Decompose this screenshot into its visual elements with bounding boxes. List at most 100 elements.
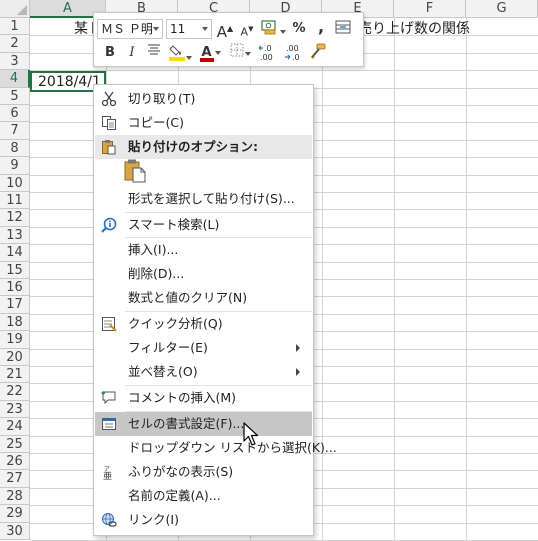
menu-item-delete[interactable]: 削除(D)... xyxy=(95,262,312,286)
svg-text:.00: .00 xyxy=(286,44,299,53)
menu-item-dropdown-pick[interactable]: ドロップダウン リストから選択(K)... xyxy=(95,436,337,460)
menu-item-insert-comment[interactable]: コメントの挿入(M) xyxy=(95,386,312,410)
font-name-value: ＭＳ Ｐ明 xyxy=(101,22,153,36)
align-center-button[interactable] xyxy=(145,43,163,63)
row-header-29[interactable]: 29 xyxy=(0,505,30,523)
menu-item-phonetic[interactable]: ア 亜 ふりがなの表示(S) xyxy=(95,460,312,484)
row-header-15[interactable]: 15 xyxy=(0,261,30,279)
svg-text:.0: .0 xyxy=(292,53,300,61)
increase-decimal-button[interactable]: .0 .00 xyxy=(257,43,279,63)
italic-button[interactable]: I xyxy=(123,43,141,63)
merge-icon xyxy=(335,20,351,34)
menu-item-sort[interactable]: 並べ替え(O) xyxy=(95,360,312,384)
menu-label: コピー(C) xyxy=(128,115,184,130)
context-menu: 切り取り(T) コピー(C) 貼り付けのオプション: 形式を選択して貼り付け(S… xyxy=(93,84,337,536)
menu-item-filter[interactable]: フィルター(E) xyxy=(95,336,312,360)
font-color-icon: A xyxy=(199,45,214,62)
row-header-30[interactable]: 30 xyxy=(0,522,30,540)
row-header-8[interactable]: 8 xyxy=(0,139,30,158)
paste-options-header: 貼り付けのオプション: xyxy=(95,135,312,159)
row-header-26[interactable]: 26 xyxy=(0,453,30,471)
row-header-4[interactable]: 4 xyxy=(0,70,30,88)
format-painter-button[interactable] xyxy=(309,43,327,63)
menu-label: 形式を選択して貼り付け(S)... xyxy=(128,191,295,206)
column-header-f[interactable]: F xyxy=(394,0,466,18)
chevron-down-icon xyxy=(202,27,208,31)
row-header-9[interactable]: 9 xyxy=(0,157,30,175)
svg-text:.0: .0 xyxy=(264,44,272,53)
row-header-7[interactable]: 7 xyxy=(0,122,30,140)
mouse-cursor-icon xyxy=(243,422,259,446)
select-all-corner[interactable] xyxy=(0,0,30,18)
row-header-23[interactable]: 23 xyxy=(0,400,30,419)
row-header-28[interactable]: 28 xyxy=(0,487,30,506)
menu-item-clear-contents[interactable]: 数式と値のクリア(N) xyxy=(95,286,312,310)
align-center-icon xyxy=(148,44,160,55)
row-header-16[interactable]: 16 xyxy=(0,279,30,297)
submenu-arrow-icon xyxy=(296,344,300,352)
decrease-decimal-button[interactable]: .00 .0 xyxy=(283,43,305,63)
row-header-18[interactable]: 18 xyxy=(0,313,30,332)
comment-icon xyxy=(101,391,116,405)
menu-item-cut[interactable]: 切り取り(T) xyxy=(95,87,312,111)
accounting-icon xyxy=(260,20,276,35)
shrink-font-icon: A xyxy=(240,25,249,39)
row-header-22[interactable]: 22 xyxy=(0,383,30,401)
grow-font-button[interactable]: A▲ xyxy=(216,19,234,41)
row-header-2[interactable]: 2 xyxy=(0,35,30,53)
menu-item-link[interactable]: リンク(I) xyxy=(95,508,312,532)
accounting-format-button[interactable] xyxy=(260,19,286,39)
menu-label: セルの書式設定(F)... xyxy=(128,416,245,431)
decrease-decimal-icon: .00 .0 xyxy=(285,44,300,62)
comma-style-button[interactable]: , xyxy=(312,19,330,39)
font-size-value: 11 xyxy=(170,22,186,36)
menu-item-insert[interactable]: 挿入(I)... xyxy=(95,238,312,262)
menu-label: クイック分析(Q) xyxy=(128,316,223,331)
menu-label: 数式と値のクリア(N) xyxy=(128,290,248,305)
row-header-21[interactable]: 21 xyxy=(0,366,30,384)
menu-item-quick-analysis[interactable]: クイック分析(Q) xyxy=(95,312,312,336)
row-header-11[interactable]: 11 xyxy=(0,192,30,210)
menu-label: 貼り付けのオプション: xyxy=(128,139,258,154)
scissors-icon xyxy=(101,91,117,107)
phonetic-icon: ア 亜 xyxy=(103,466,112,480)
row-header-10[interactable]: 10 xyxy=(0,174,30,192)
clipboard-icon xyxy=(102,140,116,155)
menu-item-smart-lookup[interactable]: スマート検索(L) xyxy=(95,213,312,237)
menu-item-paste-special[interactable]: 形式を選択して貼り付け(S)... xyxy=(95,187,312,211)
paste-option-icon[interactable] xyxy=(124,159,146,183)
row-header-3[interactable]: 3 xyxy=(0,52,30,71)
row-header-25[interactable]: 25 xyxy=(0,435,30,453)
menu-label: リンク(I) xyxy=(128,512,179,527)
row-header-1[interactable]: 1 xyxy=(0,18,30,36)
merge-center-button[interactable] xyxy=(334,19,352,39)
row-header-13[interactable]: 13 xyxy=(0,226,30,245)
borders-button[interactable] xyxy=(227,43,253,63)
row-header-12[interactable]: 12 xyxy=(0,209,30,227)
row-header-14[interactable]: 14 xyxy=(0,244,30,262)
menu-item-define-name[interactable]: 名前の定義(A)... xyxy=(95,484,312,508)
fill-color-button[interactable] xyxy=(167,43,193,63)
bold-button[interactable]: B xyxy=(101,43,119,63)
svg-text:亜: 亜 xyxy=(103,471,112,480)
column-header-g[interactable]: G xyxy=(466,0,538,18)
menu-item-format-cells[interactable]: セルの書式設定(F)... xyxy=(95,412,312,436)
row-header-17[interactable]: 17 xyxy=(0,296,30,314)
row-header-20[interactable]: 20 xyxy=(0,348,30,366)
font-size-box[interactable]: 11 xyxy=(166,19,212,39)
font-name-box[interactable]: ＭＳ Ｐ明 xyxy=(97,19,163,39)
shrink-font-button[interactable]: A▼ xyxy=(238,19,256,39)
font-color-button[interactable]: A xyxy=(197,43,223,63)
row-header-27[interactable]: 27 xyxy=(0,470,30,488)
submenu-arrow-icon xyxy=(296,368,300,376)
cell-a4-value: 2018/4/1 xyxy=(38,74,101,90)
menu-label: 切り取り(T) xyxy=(128,91,196,106)
row-header-19[interactable]: 19 xyxy=(0,331,30,349)
menu-item-copy[interactable]: コピー(C) xyxy=(95,111,312,135)
row-header-24[interactable]: 24 xyxy=(0,418,30,436)
column-gridline xyxy=(394,18,395,541)
percent-style-button[interactable]: % xyxy=(290,19,308,39)
row-header-5[interactable]: 5 xyxy=(0,87,30,105)
row-header-6[interactable]: 6 xyxy=(0,105,30,123)
increase-decimal-icon: .0 .00 xyxy=(258,44,273,62)
